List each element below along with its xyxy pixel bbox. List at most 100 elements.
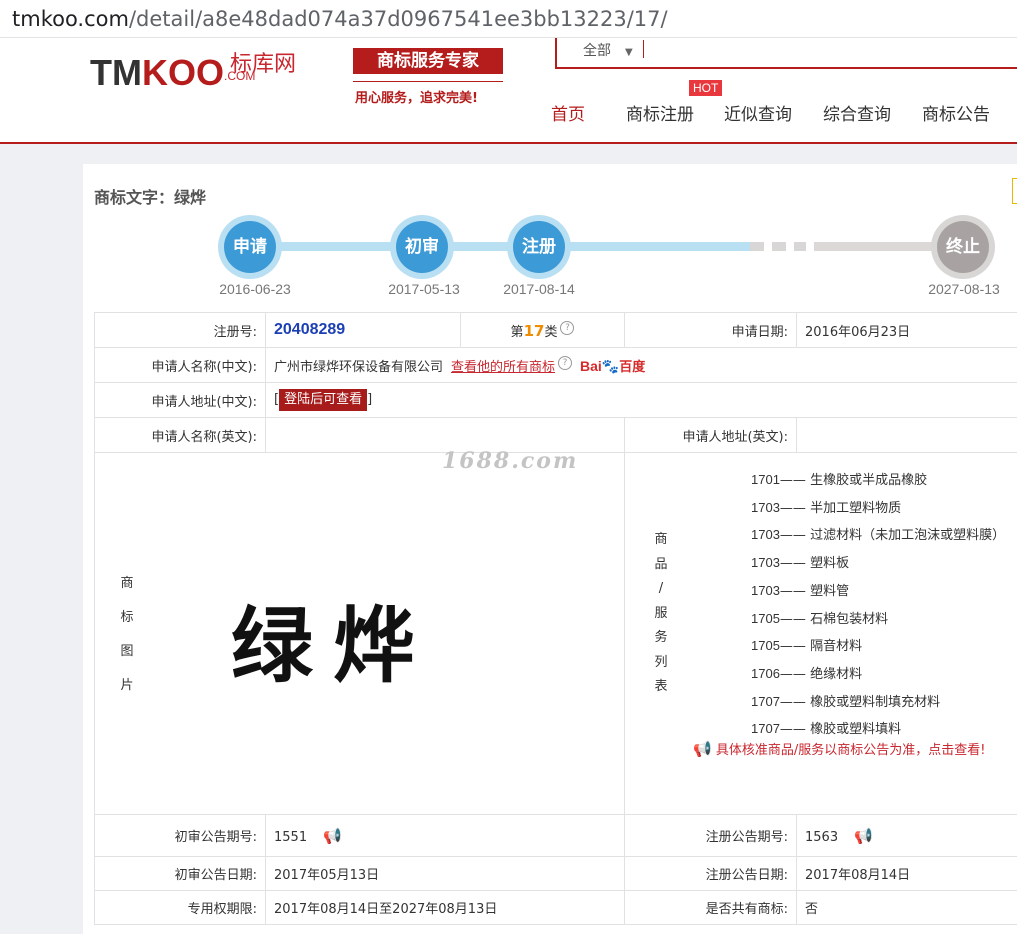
login-to-view-button[interactable]: 登陆后可查看 [279, 389, 367, 411]
list-item: 1706—— 绝缘材料 [751, 661, 1005, 689]
goods-code: 1707 [751, 694, 780, 709]
list-item: 1705—— 石棉包装材料 [751, 606, 1005, 634]
goods-name: 塑料管 [810, 584, 849, 599]
baidu-cn-text: 百度 [619, 359, 645, 374]
help-icon[interactable]: ? [558, 356, 572, 370]
apply-date-label: 申请日期: [625, 313, 797, 348]
nav-trademark-announcement[interactable]: 商标公告 [922, 100, 990, 125]
class-cell: 第17类? [461, 313, 625, 348]
goods-notice-link[interactable]: 📢 具体核准商品/服务以商标公告为准，点击查看! [693, 739, 985, 758]
table-row: 申请人地址(中文): [登陆后可查看] [95, 383, 1017, 418]
nav-home[interactable]: 首页 [551, 100, 585, 125]
class-suffix: 类 [544, 325, 557, 340]
goods-code: 1706 [751, 666, 780, 681]
search-box[interactable]: 全部 ▼ [555, 38, 1017, 69]
help-icon[interactable]: ? [560, 321, 574, 335]
list-item: 1703—— 过滤材料（未加工泡沫或塑料膜） [751, 522, 1005, 550]
table-row: 初审公告日期: 2017年05月13日 注册公告日期: 2017年08月14日 [95, 857, 1017, 891]
list-item: 1703—— 半加工塑料物质 [751, 495, 1005, 523]
step-register-date: 2017-08-14 [484, 281, 594, 297]
search-scope-value: 全部 [583, 43, 611, 59]
goods-label-char: 服 [651, 602, 671, 627]
site-header: TMKOO 标库网 .COM 商标服务专家 用心服务，追求完美! 全部▼ 首页 … [0, 38, 1017, 144]
class-number[interactable]: 17 [524, 322, 545, 340]
reg-issue-value: 1563 [805, 830, 838, 845]
slogan-divider [353, 81, 503, 82]
progress-filled [250, 242, 750, 251]
goods-sep: —— [780, 667, 806, 682]
goods-label: 商 品 / 服 务 列 表 [651, 528, 671, 700]
term-value: 2017年08月14日至2027年08月13日 [266, 891, 625, 925]
progress-dash [794, 242, 806, 251]
trademark-image: 绿烨 [231, 579, 435, 698]
reg-no-label: 注册号: [95, 313, 266, 348]
applicant-cn-value: 广州市绿烨环保设备有限公司 [274, 360, 443, 375]
view-all-trademarks-link[interactable]: 查看他的所有商标 [451, 360, 555, 375]
watermark: 1688.com [442, 448, 578, 474]
step-prelim-label: 初审 [396, 221, 448, 273]
list-item: 1703—— 塑料板 [751, 550, 1005, 578]
shared-label: 是否共有商标: [625, 891, 797, 925]
list-item: 1701—— 生橡胶或半成品橡胶 [751, 467, 1005, 495]
nav-trademark-register[interactable]: 商标注册 [626, 100, 694, 125]
image-label-char: 片 [117, 669, 137, 703]
goods-code: 1705 [751, 611, 780, 626]
reg-no-value[interactable]: 20408289 [274, 321, 345, 338]
goods-name: 生橡胶或半成品橡胶 [810, 473, 927, 488]
goods-label-char: 商 [651, 528, 671, 553]
trademark-title: 商标文字：绿烨 [94, 184, 206, 208]
goods-sep: —— [780, 556, 806, 571]
nav-similar-search[interactable]: 近似查询 [724, 100, 792, 125]
address-cn-cell: [登陆后可查看] [266, 383, 1017, 418]
table-row: 注册号: 20408289 第17类? 申请日期: 2016年06月23日 [95, 313, 1017, 348]
step-prelim: 初审 [390, 215, 454, 279]
goods-sep: —— [780, 722, 806, 737]
image-label-char: 图 [117, 635, 137, 669]
side-widget[interactable] [1012, 178, 1017, 204]
trademark-image-cell: 商 标 图 片 绿烨 [95, 453, 625, 815]
baidu-search-link[interactable]: Bai🐾百度 [580, 358, 645, 374]
goods-list: 1701—— 生橡胶或半成品橡胶 1703—— 半加工塑料物质 1703—— 过… [751, 467, 1005, 744]
list-item: 1707—— 橡胶或塑料制填充材料 [751, 689, 1005, 717]
table-row: 初审公告期号: 1551 📢 注册公告期号: 1563 📢 [95, 815, 1017, 857]
goods-code: 1707 [751, 721, 780, 736]
apply-date-value: 2016年06月23日 [797, 313, 1017, 348]
step-apply-label: 申请 [224, 221, 276, 273]
prelim-issue-label: 初审公告期号: [95, 815, 266, 857]
applicant-en-label: 申请人名称(英文): [95, 418, 266, 453]
megaphone-icon[interactable]: 📢 [323, 827, 342, 845]
logo-com-text: .COM [224, 69, 255, 83]
goods-label-char: 列 [651, 651, 671, 676]
step-register-label: 注册 [513, 221, 565, 273]
search-scope-select[interactable]: 全部 ▼ [583, 40, 633, 60]
reg-issue-cell: 1563 📢 [797, 815, 1017, 857]
trademark-info-table: 注册号: 20408289 第17类? 申请日期: 2016年06月23日 申请… [94, 312, 1017, 925]
prelim-issue-value: 1551 [274, 830, 307, 845]
goods-sep: —— [780, 695, 806, 710]
list-item: 1703—— 塑料管 [751, 578, 1005, 606]
goods-code: 1701 [751, 472, 780, 487]
logo-tm-text: TM [90, 52, 142, 93]
goods-name: 过滤材料（未加工泡沫或塑料膜） [810, 528, 1005, 543]
goods-label-char: / [651, 577, 671, 602]
goods-sep: —— [780, 528, 806, 543]
step-end-date: 2027-08-13 [909, 281, 1017, 297]
megaphone-icon[interactable]: 📢 [854, 827, 873, 845]
table-row: 商 标 图 片 绿烨 商 品 / 服 务 列 表 1701—— 生橡胶或半成品橡… [95, 453, 1017, 815]
slogan-banner: 商标服务专家 [353, 48, 503, 74]
reg-date-label: 注册公告日期: [625, 857, 797, 891]
table-row: 专用权期限: 2017年08月14日至2027年08月13日 是否共有商标: 否 [95, 891, 1017, 925]
nav-combined-search[interactable]: 综合查询 [823, 100, 891, 125]
site-logo[interactable]: TMKOO [90, 52, 224, 94]
prelim-date-label: 初审公告日期: [95, 857, 266, 891]
goods-name: 隔音材料 [810, 639, 862, 654]
goods-sep: —— [780, 501, 806, 516]
goods-label-char: 务 [651, 626, 671, 651]
chevron-down-icon: ▼ [625, 47, 633, 58]
step-end: 终止 [931, 215, 995, 279]
address-bar[interactable]: tmkoo.com/detail/a8e48dad074a37d0967541e… [0, 0, 1017, 38]
image-label-char: 商 [117, 567, 137, 601]
goods-notice-text: 具体核准商品/服务以商标公告为准，点击查看! [716, 743, 986, 758]
step-end-label: 终止 [937, 221, 989, 273]
reg-no-cell: 20408289 [266, 313, 461, 348]
